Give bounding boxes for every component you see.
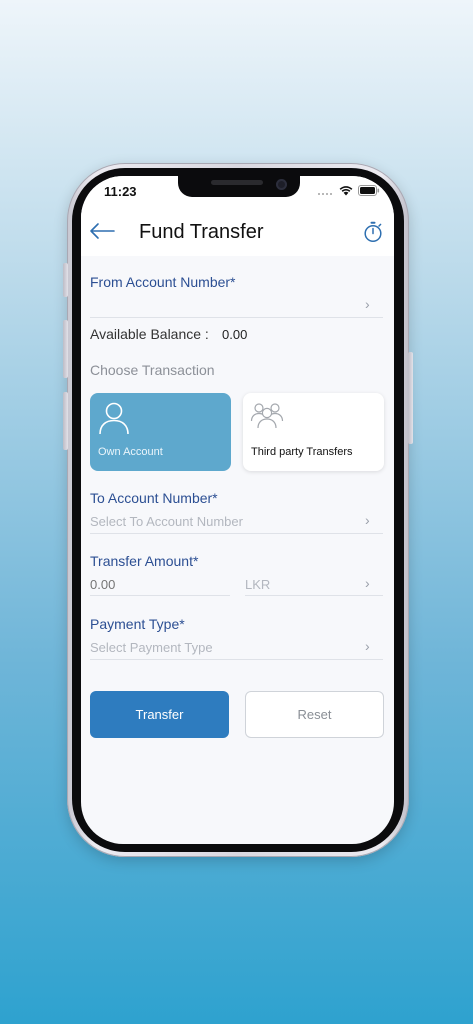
group-icon [250, 403, 284, 429]
signal-icon [318, 192, 332, 195]
currency-select[interactable]: LKR [245, 574, 383, 594]
to-account-underline [90, 533, 383, 534]
to-account-placeholder: Select To Account Number [90, 514, 243, 529]
from-account-label: From Account Number* [90, 274, 236, 290]
status-bar: 11:23 [81, 176, 394, 208]
app-header: Fund Transfer [81, 208, 394, 256]
person-icon [99, 402, 129, 435]
payment-type-label: Payment Type* [90, 616, 185, 632]
transfer-button[interactable]: Transfer [90, 691, 229, 738]
front-camera [276, 179, 287, 190]
to-account-label: To Account Number* [90, 490, 218, 506]
transfer-amount-label: Transfer Amount* [90, 553, 199, 569]
available-balance-value: 0.00 [222, 327, 248, 342]
payment-type-select[interactable]: Select Payment Type [90, 636, 383, 658]
from-account-underline [90, 317, 383, 318]
transfer-amount-input[interactable] [90, 574, 228, 594]
phone-volume-down-button [63, 392, 68, 450]
third-party-transfers-label: Third party Transfers [251, 446, 353, 458]
chevron-right-icon: › [365, 575, 370, 591]
chevron-right-icon: › [365, 512, 370, 528]
payment-type-underline [90, 659, 383, 660]
choose-transaction-label: Choose Transaction [90, 362, 215, 378]
speaker-grille [211, 180, 263, 185]
from-account-select[interactable] [90, 294, 383, 316]
third-party-transfers-card[interactable]: Third party Transfers [243, 393, 384, 471]
phone-mute-switch [63, 263, 68, 297]
battery-icon [358, 185, 380, 196]
own-account-label: Own Account [98, 446, 163, 458]
phone-volume-up-button [63, 320, 68, 378]
app-screen: 11:23 Fund Transfer From Account Number*… [81, 176, 394, 844]
payment-type-placeholder: Select Payment Type [90, 640, 213, 655]
status-time: 11:23 [104, 184, 137, 199]
phone-power-button [408, 352, 413, 444]
transfer-amount-underline [90, 595, 230, 596]
available-balance-label: Available Balance : [90, 326, 209, 342]
chevron-right-icon: › [365, 296, 370, 312]
to-account-select[interactable]: Select To Account Number [90, 510, 383, 532]
status-icons [318, 185, 380, 196]
currency-underline [245, 595, 383, 596]
reset-button[interactable]: Reset [245, 691, 384, 738]
stopwatch-icon[interactable] [363, 221, 383, 243]
phone-notch [178, 176, 300, 197]
currency-value: LKR [245, 577, 271, 592]
arrow-left-icon[interactable] [89, 222, 115, 240]
chevron-right-icon: › [365, 638, 370, 654]
own-account-card[interactable]: Own Account [90, 393, 231, 471]
page-title: Fund Transfer [139, 221, 264, 243]
wifi-icon [339, 186, 353, 196]
